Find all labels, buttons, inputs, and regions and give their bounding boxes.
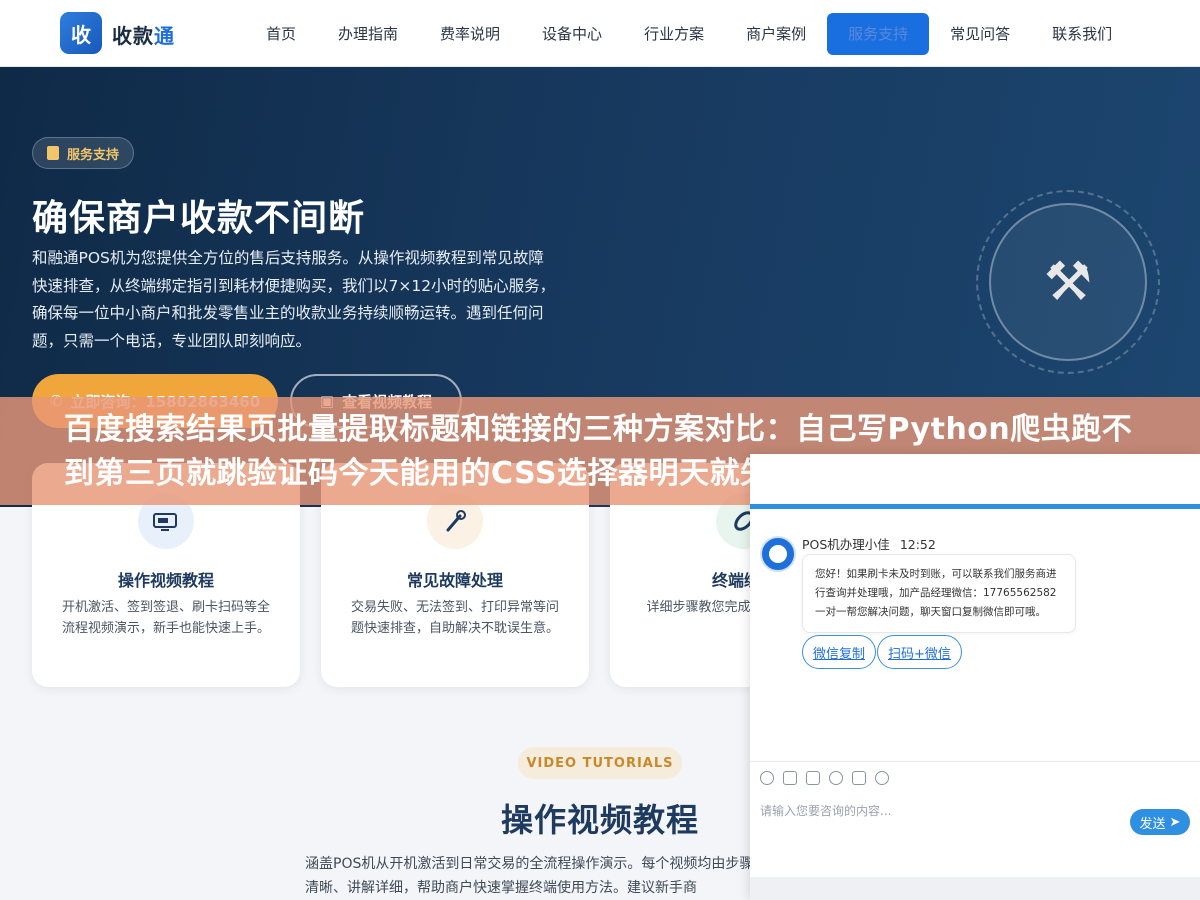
clipboard-icon <box>47 146 59 160</box>
chat-accent-bar <box>750 504 1200 509</box>
logo-text[interactable]: 收款通 <box>112 20 175 49</box>
chat-header: – □ <box>750 454 1200 504</box>
chat-widget: – □ POS机办理小佳 12:52 您好！如果刷卡未及时到账，可以联系我们服务商… <box>750 454 1200 900</box>
chat-divider <box>750 761 1200 762</box>
emoji-icon[interactable] <box>760 771 774 785</box>
nav-list: 首页 办理指南 费率说明 设备中心 行业方案 商户案例 服务支持 常见问答 联系我们 <box>245 12 1133 55</box>
main-nav: 首页 办理指南 费率说明 设备中心 行业方案 商户案例 服务支持 常见问答 联系我们 <box>245 0 1133 67</box>
nav-item[interactable]: 常见问答 <box>929 13 1031 55</box>
chat-footer <box>750 877 1200 900</box>
hero-title: 确保商户收款不间断 <box>32 198 366 239</box>
rating-icon[interactable] <box>829 771 843 785</box>
nav-item[interactable]: 办理指南 <box>317 13 419 55</box>
nav-item[interactable]: 联系我们 <box>1031 13 1133 55</box>
nav-item[interactable]: 服务支持 <box>827 12 930 55</box>
card-title: 操作视频教程 <box>117 571 214 590</box>
logo-mark[interactable]: 收 <box>60 12 102 54</box>
nav-item[interactable]: 费率说明 <box>419 13 521 55</box>
image-icon[interactable] <box>783 771 797 785</box>
chat-input[interactable]: 请输入您要咨询的内容... <box>760 802 891 819</box>
agent-avatar <box>760 536 796 572</box>
agent-name: POS机办理小佳 <box>802 537 890 552</box>
nav-item[interactable]: 设备中心 <box>521 13 623 55</box>
nav-item[interactable]: 首页 <box>245 13 317 55</box>
logo-text-accent: 通 <box>154 24 175 48</box>
nav-item[interactable]: 行业方案 <box>623 13 725 55</box>
screenshot-icon[interactable] <box>806 771 820 785</box>
maximize-icon[interactable]: □ <box>1174 464 1188 478</box>
logo-text-main: 收款 <box>112 24 154 48</box>
chat-toolbar <box>760 771 889 785</box>
hero-badge-label: 服务支持 <box>67 147 120 163</box>
avatar-face-icon <box>769 545 787 563</box>
send-arrow-icon: ➤ <box>1169 814 1181 830</box>
send-label: 发送 <box>1139 816 1166 832</box>
voice-icon[interactable] <box>852 771 866 785</box>
site-header: 收 收款通 首页 办理指南 费率说明 设备中心 行业方案 商户案例 服务支持 常见问答 联系我们 <box>0 0 1200 67</box>
chat-meta: POS机办理小佳 12:52 <box>802 534 936 553</box>
hero-badge: 服务支持 <box>32 137 135 169</box>
card-description: 开机激活、签到签退、刷卡扫码等全流程视频演示，新手也能快速上手。 <box>61 600 270 636</box>
scan-add-wechat-button[interactable]: 扫码+微信 <box>877 635 962 669</box>
send-button[interactable]: 发送 ➤ <box>1130 809 1190 835</box>
nav-item[interactable]: 商户案例 <box>725 13 827 55</box>
chat-window-controls: – □ <box>1148 464 1188 478</box>
message-time: 12:52 <box>899 537 936 552</box>
card-title: 常见故障处理 <box>406 571 503 590</box>
wechat-copy-button[interactable]: 微信复制 <box>802 635 877 669</box>
card-description: 交易失败、无法签到、打印异常等问题快速排查，自助解决不耽误生意。 <box>350 600 559 636</box>
wechat-icon[interactable] <box>875 771 889 785</box>
section-description: 涵盖POS机从开机激活到日常交易的全流程操作演示。每个视频均由步骤清晰、讲解详细… <box>305 856 754 896</box>
tools-icon: ⚒ <box>1043 250 1093 313</box>
hero-description: 和融通POS机为您提供全方位的售后支持服务。从操作视频教程到常见故障快速排查，从… <box>32 249 556 350</box>
minimize-icon[interactable]: – <box>1148 464 1162 478</box>
message-bubble: 您好！如果刷卡未及时到账，可以联系我们服务商进行查询并处理哦，加产品经理微信：1… <box>802 554 1076 633</box>
tools-circle: ⚒ <box>989 203 1147 361</box>
section-pill: VIDEO TUTORIALS <box>518 747 682 779</box>
